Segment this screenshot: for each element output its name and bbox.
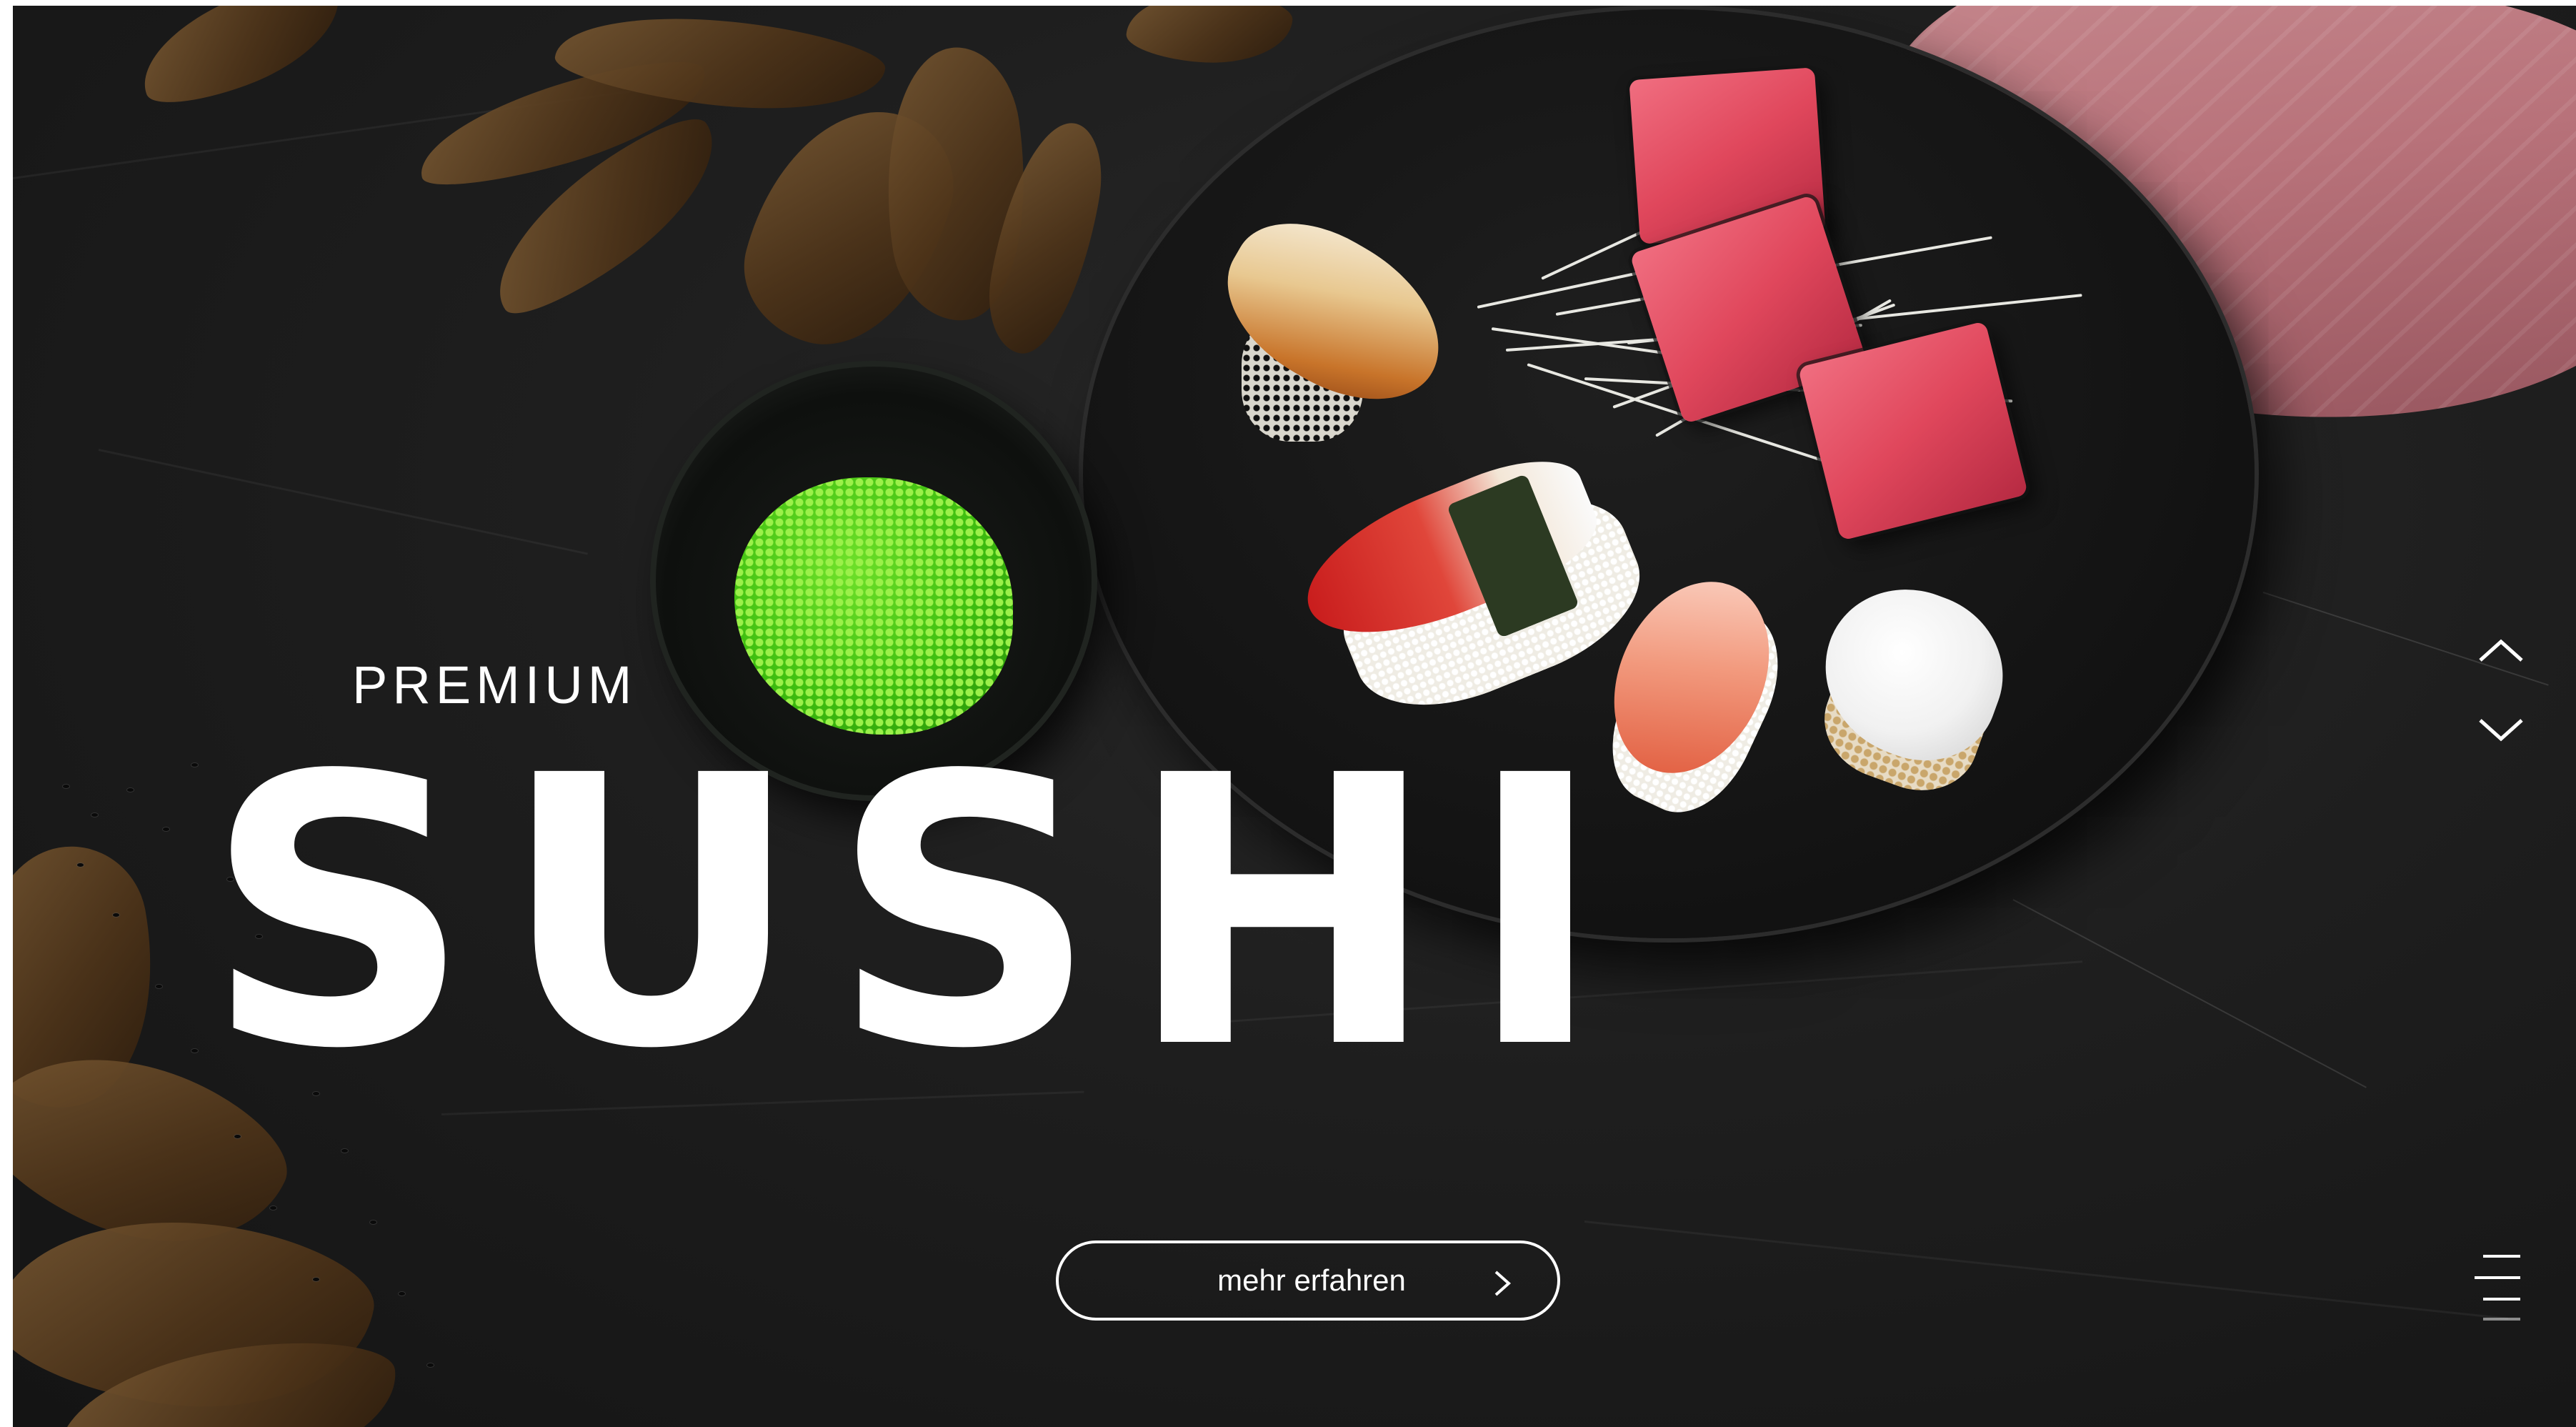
learn-more-button[interactable]: mehr erfahren: [1056, 1240, 1560, 1321]
menu-button[interactable]: [2475, 1255, 2525, 1326]
previous-slide-button[interactable]: [2476, 633, 2526, 669]
chevron-up-icon: [2476, 639, 2526, 672]
hero-section: PREMIUM SUSHI mehr erfahren: [13, 6, 2576, 1427]
hero-headline: SUSHI: [204, 697, 1633, 1130]
chevron-right-icon: [1492, 1269, 1513, 1305]
slide-navigation: [2476, 633, 2526, 747]
learn-more-label: mehr erfahren: [1217, 1263, 1406, 1297]
chevron-down-icon: [2476, 719, 2526, 750]
next-slide-button[interactable]: [2476, 712, 2526, 747]
